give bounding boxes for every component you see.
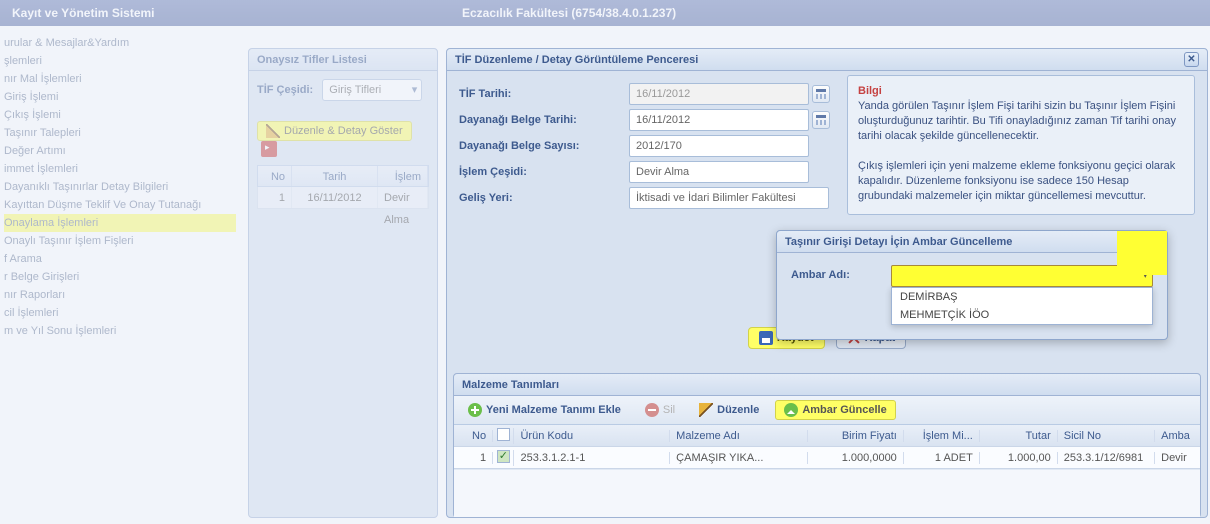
tif-cesidi-label: TİF Çeşidi:	[257, 84, 313, 96]
dayanak-tarih-label: Dayanağı Belge Tarihi:	[459, 114, 629, 126]
sidebar-item[interactable]: m ve Yıl Sonu İşlemleri	[4, 322, 236, 340]
tif-tarih-label: TİF Tarihi:	[459, 88, 629, 100]
calendar-icon[interactable]	[812, 85, 830, 103]
sidebar-item[interactable]: Giriş İşlemi	[4, 88, 236, 106]
ribbon-left-title: Kayıt ve Yönetim Sistemi	[12, 0, 462, 26]
ambar-dropdown-list: DEMİRBAŞ MEHMETÇİK İÖO	[891, 287, 1153, 325]
sidebar-item[interactable]: Değer Artımı	[4, 142, 236, 160]
row-checkbox[interactable]	[497, 450, 510, 463]
ribbon: Kayıt ve Yönetim Sistemi Eczacılık Fakül…	[0, 0, 1210, 26]
delete-material-button[interactable]: Sil	[637, 401, 683, 419]
edit-detail-button[interactable]: Düzenle & Detay Göster	[257, 121, 412, 141]
ambar-label: Ambar Adı:	[791, 265, 881, 281]
malzeme-toolbar: Yeni Malzeme Tanımı Ekle Sil Düzenle Amb…	[454, 396, 1200, 425]
pencil-icon	[699, 403, 713, 417]
pencil-icon	[266, 124, 280, 138]
dayanak-tarih-input[interactable]: 16/11/2012	[629, 109, 809, 131]
ambar-popup: Taşınır Girişi Detayı İçin Ambar Güncell…	[776, 230, 1168, 340]
tif-edit-title: TİF Düzenleme / Detay Görüntüleme Pencer…	[455, 49, 698, 71]
sidebar-item[interactable]: Dayanıklı Taşınırlar Detay Bilgileri	[4, 178, 236, 196]
dayanak-sayi-label: Dayanağı Belge Sayısı:	[459, 140, 629, 152]
pdf-icon[interactable]	[261, 141, 277, 157]
info-box: Bilgi Yanda görülen Taşınır İşlem Fişi t…	[847, 75, 1195, 215]
sidebar-item[interactable]: Çıkış İşlemi	[4, 106, 236, 124]
sidebar-item[interactable]: immet İşlemleri	[4, 160, 236, 178]
ribbon-center-title: Eczacılık Fakültesi (6754/38.4.0.1.237)	[462, 0, 676, 26]
malzeme-panel: Malzeme Tanımları Yeni Malzeme Tanımı Ek…	[453, 373, 1201, 518]
tif-cesidi-combo[interactable]: Giriş Tifleri	[322, 79, 422, 101]
info-title: Bilgi	[858, 85, 882, 97]
sidebar-item[interactable]: Onaylama İşlemleri	[4, 214, 236, 232]
ambar-option[interactable]: DEMİRBAŞ	[892, 288, 1152, 306]
islem-cesidi-input[interactable]: Devir Alma	[629, 161, 809, 183]
ambar-popup-title: Taşınır Girişi Detayı İçin Ambar Güncell…	[785, 231, 1012, 253]
sidebar-item[interactable]: cil İşlemleri	[4, 304, 236, 322]
edit-material-button[interactable]: Düzenle	[691, 401, 767, 419]
add-material-button[interactable]: Yeni Malzeme Tanımı Ekle	[460, 401, 629, 419]
sidebar-item[interactable]: urular & Mesajlar&Yardım	[4, 34, 236, 52]
sidebar-item[interactable]: Kayıttan Düşme Teklif Ve Onay Tutanağı	[4, 196, 236, 214]
tifler-panel: Onaysız Tifler Listesi TİF Çeşidi: Giriş…	[248, 48, 438, 518]
sidebar-item[interactable]: r Belge Girişleri	[4, 268, 236, 286]
select-all-checkbox[interactable]	[497, 428, 510, 441]
sidebar-item[interactable]: nır Raporları	[4, 286, 236, 304]
tif-tarih-input[interactable]: 16/11/2012	[629, 83, 809, 105]
malzeme-grid-row[interactable]: 1 253.3.1.2.1-1 ÇAMAŞIR YIKA... 1.000,00…	[454, 447, 1200, 469]
tif-edit-close-icon[interactable]: ✕	[1184, 52, 1199, 67]
tif-edit-header: TİF Düzenleme / Detay Görüntüleme Pencer…	[447, 49, 1207, 71]
tifler-panel-title: Onaysız Tifler Listesi	[257, 49, 367, 71]
up-arrow-icon	[784, 403, 798, 417]
calendar-icon[interactable]	[812, 111, 830, 129]
ambar-popup-close-icon[interactable]: ✕	[1144, 234, 1159, 249]
tifler-grid-header: No Tarih İşlem	[257, 165, 429, 187]
minus-icon	[645, 403, 659, 417]
malzeme-title: Malzeme Tanımları	[462, 374, 559, 396]
ambar-option[interactable]: MEHMETÇİK İÖO	[892, 306, 1152, 324]
info-p1: Yanda görülen Taşınır İşlem Fişi tarihi …	[858, 100, 1176, 142]
dayanak-sayi-input[interactable]: 2012/170	[629, 135, 809, 157]
malzeme-grid-header: No Ürün Kodu Malzeme Adı Birim Fiyatı İş…	[454, 425, 1200, 447]
sidebar-item[interactable]: şlemleri	[4, 52, 236, 70]
tifler-panel-header: Onaysız Tifler Listesi	[249, 49, 437, 71]
ambar-combo[interactable]	[891, 265, 1153, 287]
ambar-popup-header: Taşınır Girişi Detayı İçin Ambar Güncell…	[777, 231, 1167, 253]
tifler-grid-row[interactable]: 1 16/11/2012 Devir Alma	[257, 187, 429, 209]
plus-icon	[468, 403, 482, 417]
sidebar-item[interactable]: nır Mal İşlemleri	[4, 70, 236, 88]
gelis-yeri-label: Geliş Yeri:	[459, 192, 629, 204]
islem-cesidi-label: İşlem Çeşidi:	[459, 166, 629, 178]
gelis-yeri-input[interactable]: İktisadi ve İdari Bilimler Fakültesi	[629, 187, 829, 209]
disk-icon	[759, 331, 773, 345]
sidebar-item[interactable]: Taşınır Talepleri	[4, 124, 236, 142]
sidebar-item[interactable]: Onaylı Taşınır İşlem Fişleri	[4, 232, 236, 250]
sidebar-item[interactable]: f Arama	[4, 250, 236, 268]
ambar-update-button[interactable]: Ambar Güncelle	[775, 400, 895, 420]
sidebar-menu: urular & Mesajlar&Yardımşlemlerinır Mal …	[0, 26, 240, 348]
info-p2: Çıkış işlemleri için yeni malzeme ekleme…	[858, 160, 1175, 202]
